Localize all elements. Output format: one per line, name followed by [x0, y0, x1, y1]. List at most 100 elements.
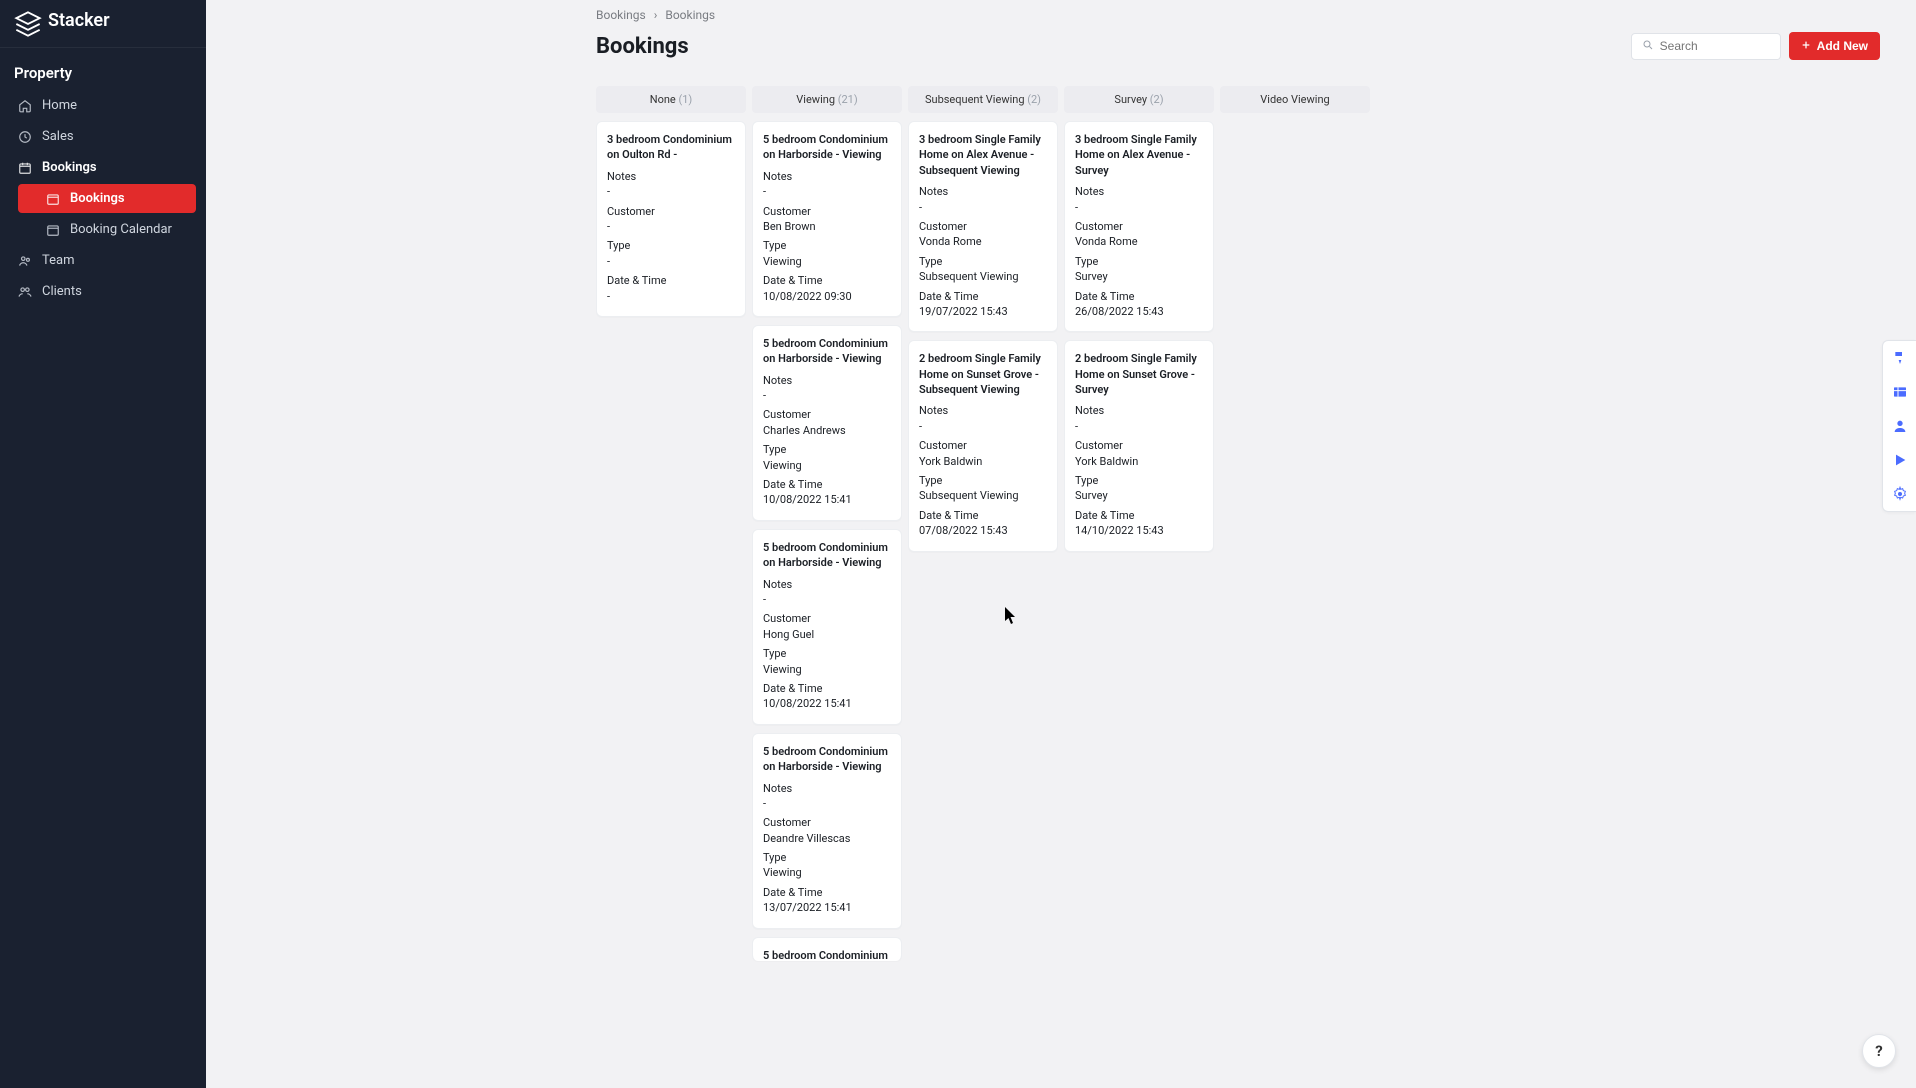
clock-icon — [18, 130, 32, 144]
field-label-type: Type — [607, 238, 735, 253]
field-label-notes: Notes — [919, 403, 1047, 418]
sidebar-subitem-bookings[interactable]: Bookings — [18, 184, 196, 213]
field-value-datetime: 14/10/2022 15:43 — [1075, 523, 1203, 538]
page-title: Bookings — [596, 34, 689, 59]
field-label-datetime: Date & Time — [607, 273, 735, 288]
app-logo[interactable]: Stacker — [0, 0, 206, 48]
booking-card[interactable]: 5 bedroom Condominium on Harborside - Vi… — [752, 529, 902, 725]
column-count: (1) — [678, 93, 692, 106]
field-value-notes: - — [763, 796, 891, 811]
add-new-label: Add New — [1817, 39, 1868, 53]
sidebar-item-sales[interactable]: Sales — [4, 122, 202, 151]
sidebar-subitem-booking-calendar[interactable]: Booking Calendar — [18, 215, 196, 244]
field-value-type: - — [607, 254, 735, 269]
booking-card[interactable]: 5 bedroom Condominium on Harborside - Vi… — [752, 733, 902, 929]
sidebar-section-label: Property — [0, 48, 206, 90]
field-value-customer: York Baldwin — [1075, 454, 1203, 469]
field-value-notes: - — [763, 592, 891, 607]
gear-icon[interactable] — [1891, 485, 1909, 503]
card-title: 5 bedroom Condominium on Harborside - Vi… — [763, 540, 891, 571]
booking-card[interactable]: 3 bedroom Single Family Home on Alex Ave… — [908, 121, 1058, 332]
breadcrumb: Bookings › Bookings — [596, 8, 1880, 22]
grid-icon[interactable] — [1891, 383, 1909, 401]
kanban-column: None (1) 3 bedroom Condominium on Oulton … — [596, 86, 746, 961]
field-label-datetime: Date & Time — [1075, 508, 1203, 523]
help-button[interactable]: ? — [1862, 1034, 1896, 1068]
booking-card[interactable]: 3 bedroom Single Family Home on Alex Ave… — [1064, 121, 1214, 332]
field-label-datetime: Date & Time — [763, 477, 891, 492]
booking-card[interactable]: 5 bedroom Condominium on Harborside - Vi… — [752, 937, 902, 961]
field-value-customer: Deandre Villescas — [763, 831, 891, 846]
booking-card[interactable]: 5 bedroom Condominium on Harborside - Vi… — [752, 325, 902, 521]
sidebar-item-clients[interactable]: Clients — [4, 277, 202, 306]
card-title: 5 bedroom Condominium on Harborside - Vi… — [763, 336, 891, 367]
booking-card[interactable]: 2 bedroom Single Family Home on Sunset G… — [1064, 340, 1214, 551]
field-value-type: Viewing — [763, 865, 891, 880]
sidebar-subitem-label: Booking Calendar — [70, 222, 172, 237]
add-new-button[interactable]: Add New — [1789, 32, 1880, 60]
paint-icon[interactable] — [1891, 349, 1909, 367]
sidebar: Stacker Property Home Sales Bookings Boo… — [0, 0, 206, 1088]
sidebar-subitem-label: Bookings — [70, 191, 125, 206]
field-label-customer: Customer — [763, 815, 891, 830]
column-count: (2) — [1150, 93, 1164, 106]
search-icon — [1642, 39, 1654, 54]
calendar-icon — [18, 161, 32, 175]
field-value-customer: Charles Andrews — [763, 423, 891, 438]
field-label-datetime: Date & Time — [919, 289, 1047, 304]
field-value-notes: - — [1075, 419, 1203, 434]
kanban-column: Survey (2) 3 bedroom Single Family Home o… — [1064, 86, 1214, 961]
field-label-type: Type — [1075, 254, 1203, 269]
field-label-type: Type — [919, 254, 1047, 269]
booking-card[interactable]: 5 bedroom Condominium on Harborside - Vi… — [752, 121, 902, 317]
app-name: Stacker — [48, 10, 110, 31]
clients-icon — [18, 285, 32, 299]
column-header[interactable]: Viewing (21) — [752, 86, 902, 113]
field-label-customer: Customer — [607, 204, 735, 219]
field-label-notes: Notes — [607, 169, 735, 184]
card-title: 2 bedroom Single Family Home on Sunset G… — [1075, 351, 1203, 397]
breadcrumb-current: Bookings — [665, 8, 715, 22]
column-header[interactable]: Subsequent Viewing (2) — [908, 86, 1058, 113]
field-value-datetime: 07/08/2022 15:43 — [919, 523, 1047, 538]
play-icon[interactable] — [1891, 451, 1909, 469]
user-icon[interactable] — [1891, 417, 1909, 435]
field-label-datetime: Date & Time — [763, 885, 891, 900]
search-input-wrapper[interactable] — [1631, 33, 1781, 60]
team-icon — [18, 254, 32, 268]
column-name: None — [650, 93, 679, 106]
stacker-logo-icon — [14, 10, 42, 38]
sidebar-item-bookings[interactable]: Bookings — [4, 153, 202, 182]
card-title: 5 bedroom Condominium on Harborside - Vi… — [763, 132, 891, 163]
column-header[interactable]: Video Viewing — [1220, 86, 1370, 113]
card-title: 5 bedroom Condominium on Harborside - Vi… — [763, 948, 891, 961]
field-label-type: Type — [763, 850, 891, 865]
plus-icon — [1801, 39, 1811, 53]
field-label-notes: Notes — [763, 577, 891, 592]
column-count: (2) — [1027, 93, 1041, 106]
field-value-notes: - — [763, 184, 891, 199]
kanban-board: None (1) 3 bedroom Condominium on Oulton … — [596, 80, 1880, 961]
home-icon — [18, 99, 32, 113]
booking-card[interactable]: 2 bedroom Single Family Home on Sunset G… — [908, 340, 1058, 551]
field-value-customer: Vonda Rome — [1075, 234, 1203, 249]
field-value-notes: - — [919, 200, 1047, 215]
column-header[interactable]: None (1) — [596, 86, 746, 113]
sidebar-item-label: Team — [42, 253, 75, 268]
field-value-datetime: 26/08/2022 15:43 — [1075, 304, 1203, 319]
field-label-datetime: Date & Time — [763, 273, 891, 288]
field-value-type: Survey — [1075, 269, 1203, 284]
breadcrumb-separator: › — [654, 8, 658, 22]
column-header[interactable]: Survey (2) — [1064, 86, 1214, 113]
field-label-datetime: Date & Time — [919, 508, 1047, 523]
kanban-column: Subsequent Viewing (2) 3 bedroom Single F… — [908, 86, 1058, 961]
sidebar-item-home[interactable]: Home — [4, 91, 202, 120]
field-label-type: Type — [1075, 473, 1203, 488]
field-value-customer: Ben Brown — [763, 219, 891, 234]
breadcrumb-root[interactable]: Bookings — [596, 8, 646, 22]
main-area: Bookings › Bookings Bookings Add New — [206, 0, 1916, 1088]
field-label-customer: Customer — [763, 611, 891, 626]
booking-card[interactable]: 3 bedroom Condominium on Oulton Rd -Note… — [596, 121, 746, 317]
sidebar-item-team[interactable]: Team — [4, 246, 202, 275]
field-label-customer: Customer — [919, 438, 1047, 453]
